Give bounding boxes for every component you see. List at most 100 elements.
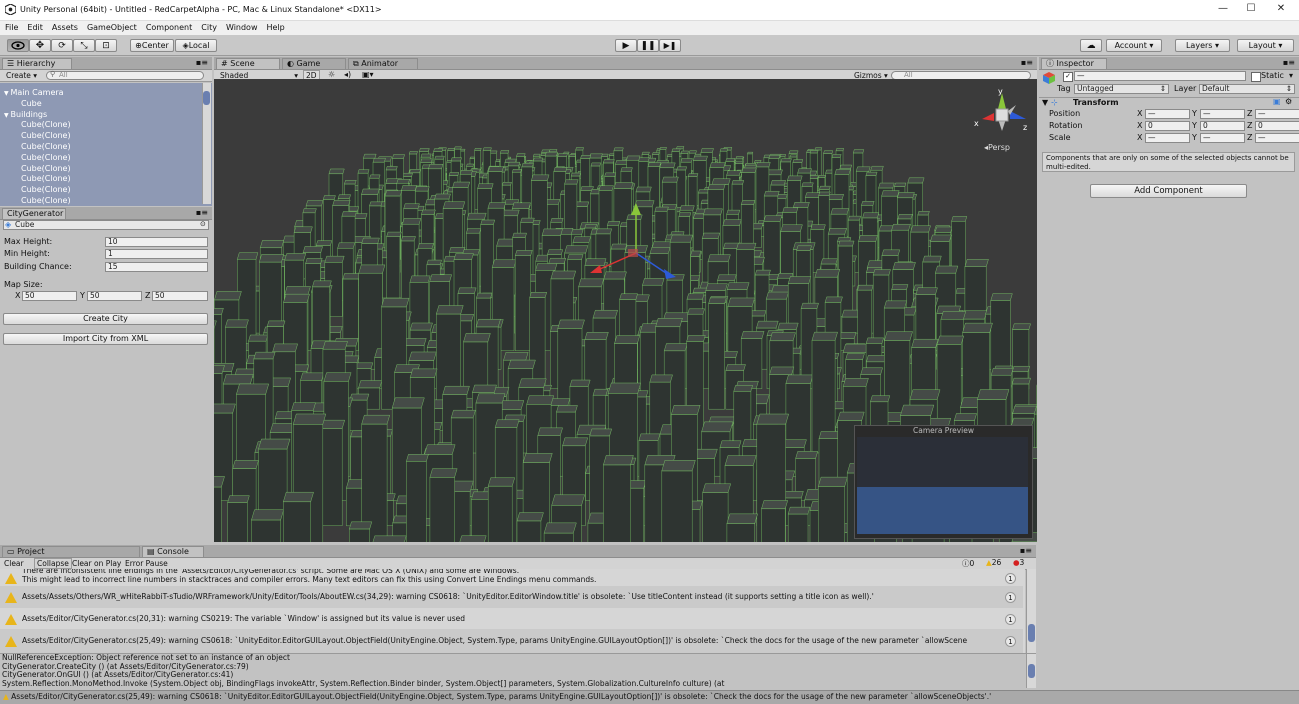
scale-x-field[interactable]: — bbox=[1145, 133, 1190, 143]
menu-help[interactable]: Help bbox=[262, 21, 289, 32]
menu-gameobject[interactable]: GameObject bbox=[82, 21, 141, 32]
layers-dropdown[interactable]: Layers ▾ bbox=[1175, 39, 1230, 52]
hierarchy-item[interactable]: ▼ Buildings bbox=[0, 109, 204, 120]
panel-menu-icon[interactable]: ▪≡ bbox=[196, 208, 208, 217]
map-size-x-field[interactable]: 50 bbox=[22, 291, 77, 301]
menu-component[interactable]: Component bbox=[141, 21, 196, 32]
gear-icon[interactable]: ⚙ bbox=[1285, 97, 1292, 107]
menu-city[interactable]: City bbox=[196, 21, 221, 32]
image-effects-icon[interactable]: ▣▾ bbox=[362, 70, 374, 79]
import-city-button[interactable]: Import City from XML bbox=[3, 333, 208, 345]
menu-file[interactable]: File bbox=[0, 21, 22, 32]
panel-menu-icon[interactable]: ▪≡ bbox=[1283, 58, 1295, 67]
scale-tool-button[interactable]: ⤡ bbox=[73, 39, 95, 52]
account-dropdown[interactable]: Account ▾ bbox=[1106, 39, 1162, 52]
hierarchy-search-input[interactable]: All bbox=[46, 71, 204, 80]
menu-edit[interactable]: Edit bbox=[22, 21, 47, 32]
building-chance-field[interactable]: 15 bbox=[105, 262, 208, 272]
help-icon[interactable]: ▣ bbox=[1273, 97, 1281, 107]
rotation-z-field[interactable]: 0 bbox=[1255, 121, 1299, 131]
error-pause-toggle[interactable]: Error Pause bbox=[125, 559, 168, 568]
collapse-toggle[interactable]: Collapse bbox=[34, 558, 72, 569]
rotate-tool-button[interactable]: ⟳ bbox=[51, 39, 73, 52]
tab-console[interactable]: ▤ Console bbox=[142, 546, 204, 557]
clear-button[interactable]: Clear bbox=[4, 559, 24, 568]
scrollbar-thumb[interactable] bbox=[1028, 624, 1035, 642]
console-log-entry[interactable]: Assets/Editor/CityGenerator.cs(25,49): w… bbox=[0, 629, 1023, 653]
tab-hierarchy[interactable]: ☰ Hierarchy bbox=[2, 58, 72, 69]
view-tool-button[interactable] bbox=[7, 39, 29, 52]
hierarchy-create-dropdown[interactable]: Create ▾ bbox=[6, 71, 37, 80]
hierarchy-item[interactable]: Cube(Clone) bbox=[0, 173, 221, 184]
detail-scrollbar[interactable] bbox=[1026, 654, 1036, 688]
panel-menu-icon[interactable]: ▪≡ bbox=[1021, 58, 1033, 67]
hierarchy-item[interactable]: Cube bbox=[0, 98, 221, 109]
hierarchy-scrollbar[interactable] bbox=[202, 83, 211, 204]
pivot-local-button[interactable]: ◈Local bbox=[175, 39, 217, 52]
map-size-y-field[interactable]: 50 bbox=[87, 291, 142, 301]
hierarchy-item[interactable]: Cube(Clone) bbox=[0, 184, 221, 195]
tab-game[interactable]: ◐ Game bbox=[282, 58, 346, 69]
scrollbar-thumb[interactable] bbox=[1028, 664, 1035, 678]
warning-filter-toggle[interactable]: ▲26 bbox=[986, 558, 1001, 567]
step-button[interactable]: ▶❚ bbox=[659, 39, 681, 52]
map-size-z-field[interactable]: 50 bbox=[152, 291, 208, 301]
scale-y-field[interactable]: — bbox=[1200, 133, 1245, 143]
position-z-field[interactable]: — bbox=[1255, 109, 1299, 119]
pivot-center-button[interactable]: ⊕Center bbox=[130, 39, 174, 52]
audio-icon[interactable]: ◂) bbox=[344, 70, 351, 79]
panel-menu-icon[interactable]: ▪≡ bbox=[196, 58, 208, 67]
minimize-button[interactable]: — bbox=[1208, 3, 1238, 17]
tab-animator[interactable]: ⧉ Animator bbox=[348, 58, 418, 69]
tab-citygenerator[interactable]: CityGenerator bbox=[2, 208, 66, 219]
layout-dropdown[interactable]: Layout ▾ bbox=[1237, 39, 1294, 52]
layer-dropdown[interactable]: Default ⇕ bbox=[1199, 84, 1295, 94]
hierarchy-item[interactable]: Cube(Clone) bbox=[0, 130, 221, 141]
position-x-field[interactable]: — bbox=[1145, 109, 1190, 119]
tab-scene[interactable]: # Scene bbox=[216, 58, 280, 69]
status-bar[interactable]: ▲ Assets/Editor/CityGenerator.cs(25,49):… bbox=[0, 690, 1299, 704]
console-stacktrace[interactable]: NullReferenceException: Object reference… bbox=[2, 654, 1022, 688]
scrollbar-thumb[interactable] bbox=[203, 91, 210, 105]
hierarchy-item[interactable]: Cube(Clone) bbox=[0, 163, 221, 174]
rotation-y-field[interactable]: 0 bbox=[1200, 121, 1245, 131]
min-height-field[interactable]: 1 bbox=[105, 249, 208, 259]
lighting-icon[interactable]: ☼ bbox=[328, 70, 335, 79]
move-handle-gizmo[interactable] bbox=[584, 197, 684, 287]
console-log-entry[interactable]: There are inconsistent line endings in t… bbox=[0, 569, 1023, 586]
foldout-arrow-icon[interactable]: ▼ bbox=[1042, 98, 1048, 108]
cloud-button[interactable]: ☁ bbox=[1080, 39, 1102, 52]
rect-tool-button[interactable]: ⊡ bbox=[95, 39, 117, 52]
panel-menu-icon[interactable]: ▪≡ bbox=[1020, 546, 1032, 555]
pause-button[interactable]: ❚❚ bbox=[637, 39, 659, 52]
menu-window[interactable]: Window bbox=[221, 21, 262, 32]
static-checkbox[interactable] bbox=[1251, 72, 1261, 82]
console-log-entry[interactable]: Assets/Assets/Others/WR_wHiteRabbiT-sTud… bbox=[0, 586, 1023, 608]
tab-inspector[interactable]: ⓘ Inspector bbox=[1041, 58, 1107, 69]
scale-z-field[interactable]: — bbox=[1255, 133, 1299, 143]
rotation-x-field[interactable]: 0 bbox=[1145, 121, 1190, 131]
move-tool-button[interactable]: ✥ bbox=[29, 39, 51, 52]
hierarchy-item[interactable]: Cube(Clone) bbox=[0, 152, 221, 163]
add-component-button[interactable]: Add Component bbox=[1090, 184, 1247, 198]
create-city-button[interactable]: Create City bbox=[3, 313, 208, 325]
gameobject-name-field[interactable]: — bbox=[1074, 71, 1246, 81]
hierarchy-item[interactable]: ▼ Main Camera bbox=[0, 87, 204, 98]
max-height-field[interactable]: 10 bbox=[105, 237, 208, 247]
active-checkbox[interactable]: ✓ bbox=[1063, 72, 1073, 82]
hierarchy-item[interactable]: Cube(Clone) bbox=[0, 119, 221, 130]
static-dropdown-icon[interactable]: ▾ bbox=[1289, 71, 1293, 81]
tag-dropdown[interactable]: Untagged ⇕ bbox=[1074, 84, 1169, 94]
console-scrollbar[interactable] bbox=[1026, 569, 1036, 653]
hierarchy-item[interactable]: Cube(Clone) bbox=[0, 141, 221, 152]
scene-viewport[interactable]: y x z ◂Persp Camera Preview bbox=[214, 79, 1037, 542]
projection-label[interactable]: ◂Persp bbox=[984, 143, 1010, 152]
close-button[interactable]: ✕ bbox=[1266, 3, 1296, 17]
error-filter-toggle[interactable]: ●3 bbox=[1013, 558, 1024, 567]
position-y-field[interactable]: — bbox=[1200, 109, 1245, 119]
menu-assets[interactable]: Assets bbox=[47, 21, 82, 32]
info-filter-toggle[interactable]: ⓘ0 bbox=[962, 558, 974, 569]
maximize-button[interactable]: ☐ bbox=[1236, 3, 1266, 17]
clear-on-play-toggle[interactable]: Clear on Play bbox=[72, 559, 121, 568]
tab-project[interactable]: ▭ Project bbox=[2, 546, 140, 557]
